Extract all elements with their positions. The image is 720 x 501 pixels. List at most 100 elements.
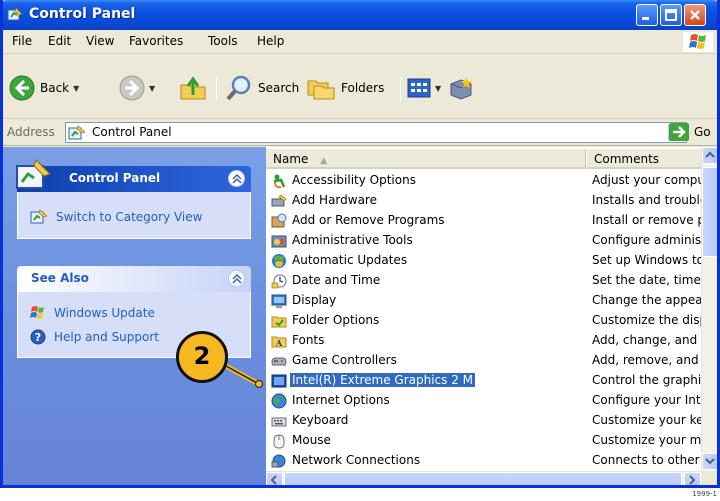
list-item[interactable]: Add Hardware Installs and trouble <box>266 191 702 211</box>
list-item[interactable]: Automatic Updates Set up Windows to <box>266 251 702 271</box>
list-item[interactable]: Display Change the appear <box>266 291 702 311</box>
menu-view[interactable]: View <box>86 34 114 48</box>
list-item-name: Add Hardware <box>292 193 377 207</box>
go-arrow-icon <box>669 123 689 141</box>
toolbar-separator <box>400 77 401 101</box>
comments-column-header[interactable]: Comments <box>587 149 701 169</box>
list-item-comment: Control the graphic <box>592 373 702 387</box>
back-dropdown-icon[interactable]: ▼ <box>73 84 79 93</box>
step-number: 2 <box>193 342 211 370</box>
name-column-header[interactable]: Name ▲ <box>266 149 586 169</box>
horizontal-scrollbar[interactable] <box>266 471 701 485</box>
list-item[interactable]: Keyboard Customize your key <box>266 411 702 431</box>
list-item-comment: Configure your Inte <box>592 393 702 407</box>
window-title: Control Panel <box>29 6 136 22</box>
up-folder-icon <box>180 76 206 100</box>
control-panel-panel-title: Control Panel <box>69 171 161 185</box>
menu-file[interactable]: File <box>12 34 32 48</box>
views-icon <box>407 78 431 98</box>
horizontal-scroll-thumb[interactable] <box>284 472 682 485</box>
windows-logo-icon <box>683 32 713 52</box>
menu-edit[interactable]: Edit <box>48 34 71 48</box>
list-item[interactable]: Administrative Tools Configure administr <box>266 231 702 251</box>
list-item-name: Accessibility Options <box>292 173 416 187</box>
list-item-name: Automatic Updates <box>292 253 408 267</box>
scroll-up-button[interactable] <box>702 147 717 164</box>
scroll-right-button[interactable] <box>684 472 701 485</box>
title-bar[interactable]: Control Panel <box>3 0 717 30</box>
folders-button[interactable]: Folders <box>306 73 384 103</box>
network-icon <box>271 453 287 469</box>
minimize-button[interactable] <box>636 4 658 26</box>
game-controller-icon <box>271 353 287 369</box>
list-item-name: Game Controllers <box>292 353 397 367</box>
address-field[interactable]: Control Panel <box>65 122 687 143</box>
list-item[interactable]: Internet Options Configure your Inte <box>266 391 702 411</box>
close-icon <box>690 10 700 20</box>
control-panel-panel-header[interactable]: Control Panel <box>16 159 251 192</box>
list-item[interactable]: Network Connections Connects to other c <box>266 451 702 471</box>
control-panel-icon <box>68 125 86 140</box>
address-bar: Address Control Panel Go <box>3 120 717 146</box>
globe-icon <box>271 393 287 409</box>
list-item[interactable]: Date and Time Set the date, time, <box>266 271 702 291</box>
size-grip[interactable] <box>701 471 717 485</box>
list-item-comment: Adjust your comput <box>592 173 702 187</box>
views-button[interactable]: ▼ <box>407 73 441 103</box>
list-item-comment: Connects to other c <box>592 453 702 467</box>
forward-button[interactable]: ▼ <box>119 73 155 103</box>
see-also-panel-header[interactable]: See Also <box>17 266 251 292</box>
folder-sync-icon <box>450 77 472 100</box>
svg-text:A: A <box>275 338 283 348</box>
list-item-comment: Configure administr <box>592 233 702 247</box>
list-item[interactable]: Accessibility Options Adjust your comput <box>266 171 702 191</box>
menu-help[interactable]: Help <box>257 34 284 48</box>
folder-sync-button[interactable] <box>448 73 474 103</box>
list-item-comment: Customize the displ <box>592 313 702 327</box>
chevron-right-icon <box>689 475 696 485</box>
list-item-name: Folder Options <box>292 313 380 327</box>
maximize-button[interactable] <box>660 4 682 26</box>
vertical-scrollbar[interactable] <box>701 147 717 471</box>
figure-number: 1999-1 <box>692 490 717 498</box>
close-button[interactable] <box>684 4 706 26</box>
list-item-comment: Add, change, and . <box>592 333 702 347</box>
menu-favorites[interactable]: Favorites <box>129 34 183 48</box>
switch-to-category-view-link[interactable]: Switch to Category View <box>30 209 202 225</box>
category-view-icon <box>30 209 48 224</box>
list-item-name: Add or Remove Programs <box>292 213 445 227</box>
control-panel-icon <box>7 7 23 21</box>
list-item[interactable]: Intel(R) Extreme Graphics 2 M Control the… <box>266 371 702 391</box>
folder-options-icon <box>271 313 287 329</box>
windows-update-icon <box>30 306 44 319</box>
help-and-support-link[interactable]: ? Help and Support <box>30 329 159 345</box>
address-value: Control Panel <box>92 125 172 139</box>
list-item-name: Date and Time <box>292 273 381 287</box>
chevron-up-double-icon <box>232 274 242 284</box>
chevron-up-double-icon <box>232 174 242 184</box>
list-item-comment: Customize your mo <box>592 433 702 447</box>
scroll-down-button[interactable] <box>702 453 717 470</box>
collapse-button[interactable] <box>228 170 245 187</box>
search-button[interactable]: Search <box>225 73 299 103</box>
intel-graphics-icon <box>271 373 287 389</box>
list-item-comment: Customize your key <box>592 413 702 427</box>
step-callout: 2 <box>176 331 228 383</box>
vertical-scroll-thumb[interactable] <box>702 167 717 257</box>
back-button[interactable]: Back ▼ <box>9 73 79 103</box>
list-item[interactable]: A Fonts Add, change, and . <box>266 331 702 351</box>
admin-tools-icon <box>271 233 287 249</box>
list-item-comment: Change the appear <box>592 293 702 307</box>
up-folder-button[interactable] <box>179 73 207 103</box>
collapse-button[interactable] <box>228 270 245 287</box>
list-item[interactable]: Game Controllers Add, remove, and c <box>266 351 702 371</box>
windows-update-link[interactable]: Windows Update <box>30 305 155 321</box>
list-item[interactable]: Folder Options Customize the displ <box>266 311 702 331</box>
scroll-left-button[interactable] <box>266 472 283 485</box>
views-dropdown-icon[interactable]: ▼ <box>435 84 441 93</box>
list-item[interactable]: Add or Remove Programs Install or remove … <box>266 211 702 231</box>
go-button[interactable]: Go <box>669 123 711 141</box>
menu-tools[interactable]: Tools <box>208 34 238 48</box>
list-item[interactable]: Mouse Customize your mo <box>266 431 702 451</box>
minimize-icon <box>642 17 649 20</box>
